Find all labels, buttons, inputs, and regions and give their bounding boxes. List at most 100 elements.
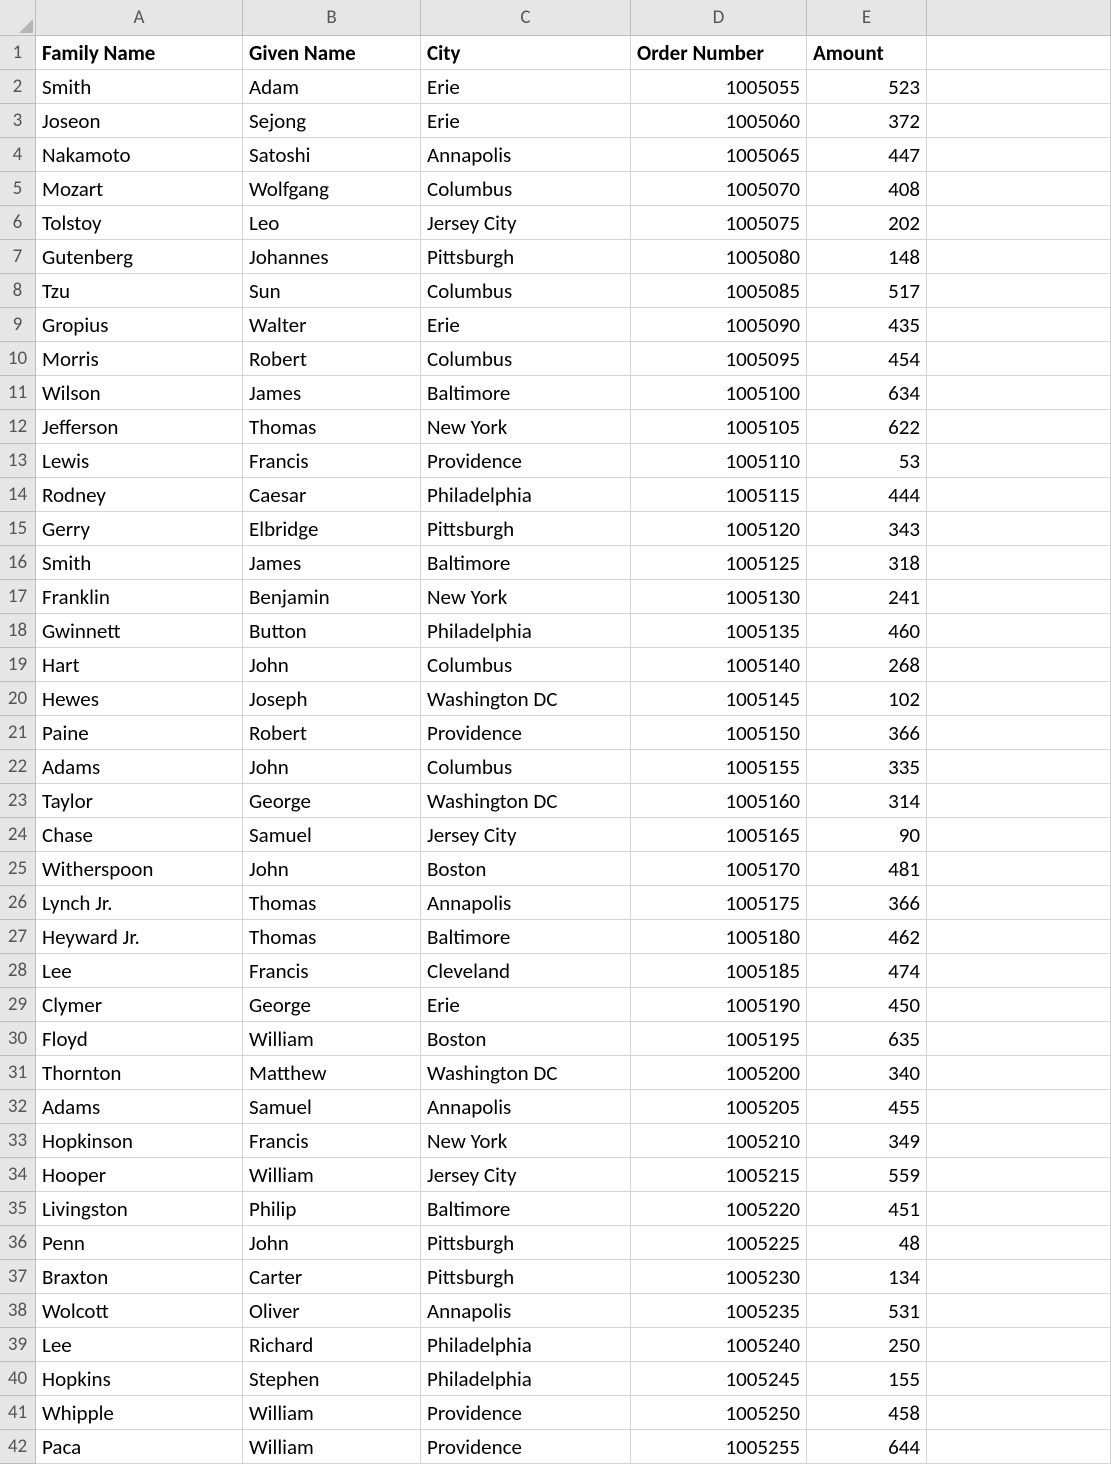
cell-A12[interactable]: Jefferson <box>36 410 243 444</box>
cell-C38[interactable]: Annapolis <box>421 1294 631 1328</box>
row-header-3[interactable]: 3 <box>0 104 36 138</box>
row-header-18[interactable]: 18 <box>0 614 36 648</box>
cell-E22[interactable]: 335 <box>807 750 927 784</box>
cell-B2[interactable]: Adam <box>243 70 421 104</box>
cell-C36[interactable]: Pittsburgh <box>421 1226 631 1260</box>
cell-C14[interactable]: Philadelphia <box>421 478 631 512</box>
cell-A26[interactable]: Lynch Jr. <box>36 886 243 920</box>
cell-A29[interactable]: Clymer <box>36 988 243 1022</box>
column-header-A[interactable]: A <box>36 0 243 36</box>
row-header-13[interactable]: 13 <box>0 444 36 478</box>
cell-B7[interactable]: Johannes <box>243 240 421 274</box>
cell-D5[interactable]: 1005070 <box>631 172 807 206</box>
cell-D29[interactable]: 1005190 <box>631 988 807 1022</box>
cell-E9[interactable]: 435 <box>807 308 927 342</box>
cell-E8[interactable]: 517 <box>807 274 927 308</box>
cell-C41[interactable]: Providence <box>421 1396 631 1430</box>
cell-F35[interactable] <box>927 1192 1111 1226</box>
cell-A24[interactable]: Chase <box>36 818 243 852</box>
row-header-39[interactable]: 39 <box>0 1328 36 1362</box>
row-header-28[interactable]: 28 <box>0 954 36 988</box>
row-header-6[interactable]: 6 <box>0 206 36 240</box>
cell-C34[interactable]: Jersey City <box>421 1158 631 1192</box>
cell-A38[interactable]: Wolcott <box>36 1294 243 1328</box>
cell-D35[interactable]: 1005220 <box>631 1192 807 1226</box>
cell-E7[interactable]: 148 <box>807 240 927 274</box>
cell-D10[interactable]: 1005095 <box>631 342 807 376</box>
cell-E26[interactable]: 366 <box>807 886 927 920</box>
row-header-35[interactable]: 35 <box>0 1192 36 1226</box>
cell-A13[interactable]: Lewis <box>36 444 243 478</box>
cell-F17[interactable] <box>927 580 1111 614</box>
cell-D33[interactable]: 1005210 <box>631 1124 807 1158</box>
column-header-C[interactable]: C <box>421 0 631 36</box>
row-header-36[interactable]: 36 <box>0 1226 36 1260</box>
cell-C5[interactable]: Columbus <box>421 172 631 206</box>
cell-E13[interactable]: 53 <box>807 444 927 478</box>
row-header-20[interactable]: 20 <box>0 682 36 716</box>
cell-C26[interactable]: Annapolis <box>421 886 631 920</box>
row-header-16[interactable]: 16 <box>0 546 36 580</box>
cell-A27[interactable]: Heyward Jr. <box>36 920 243 954</box>
cell-B23[interactable]: George <box>243 784 421 818</box>
cell-D11[interactable]: 1005100 <box>631 376 807 410</box>
cell-D8[interactable]: 1005085 <box>631 274 807 308</box>
cell-F24[interactable] <box>927 818 1111 852</box>
cell-A25[interactable]: Witherspoon <box>36 852 243 886</box>
cell-A30[interactable]: Floyd <box>36 1022 243 1056</box>
cell-D40[interactable]: 1005245 <box>631 1362 807 1396</box>
cell-B21[interactable]: Robert <box>243 716 421 750</box>
row-header-9[interactable]: 9 <box>0 308 36 342</box>
cell-D22[interactable]: 1005155 <box>631 750 807 784</box>
cell-B33[interactable]: Francis <box>243 1124 421 1158</box>
cell-A19[interactable]: Hart <box>36 648 243 682</box>
cell-B36[interactable]: John <box>243 1226 421 1260</box>
cell-D25[interactable]: 1005170 <box>631 852 807 886</box>
cell-B11[interactable]: James <box>243 376 421 410</box>
cell-A11[interactable]: Wilson <box>36 376 243 410</box>
cell-B39[interactable]: Richard <box>243 1328 421 1362</box>
cell-B8[interactable]: Sun <box>243 274 421 308</box>
cell-D17[interactable]: 1005130 <box>631 580 807 614</box>
cell-A7[interactable]: Gutenberg <box>36 240 243 274</box>
cell-B24[interactable]: Samuel <box>243 818 421 852</box>
row-header-23[interactable]: 23 <box>0 784 36 818</box>
cell-F7[interactable] <box>927 240 1111 274</box>
cell-A31[interactable]: Thornton <box>36 1056 243 1090</box>
cell-E31[interactable]: 340 <box>807 1056 927 1090</box>
column-header-E[interactable]: E <box>807 0 927 36</box>
cell-F25[interactable] <box>927 852 1111 886</box>
cell-D21[interactable]: 1005150 <box>631 716 807 750</box>
cell-E1[interactable]: Amount <box>807 36 927 70</box>
cell-C27[interactable]: Baltimore <box>421 920 631 954</box>
select-all-corner[interactable] <box>0 0 36 36</box>
cell-C40[interactable]: Philadelphia <box>421 1362 631 1396</box>
cell-E19[interactable]: 268 <box>807 648 927 682</box>
cell-D24[interactable]: 1005165 <box>631 818 807 852</box>
cell-B6[interactable]: Leo <box>243 206 421 240</box>
cell-F38[interactable] <box>927 1294 1111 1328</box>
cell-E20[interactable]: 102 <box>807 682 927 716</box>
cell-E23[interactable]: 314 <box>807 784 927 818</box>
cell-B42[interactable]: William <box>243 1430 421 1464</box>
cell-C30[interactable]: Boston <box>421 1022 631 1056</box>
row-header-27[interactable]: 27 <box>0 920 36 954</box>
cell-A3[interactable]: Joseon <box>36 104 243 138</box>
cell-F15[interactable] <box>927 512 1111 546</box>
cell-E12[interactable]: 622 <box>807 410 927 444</box>
cell-A4[interactable]: Nakamoto <box>36 138 243 172</box>
cell-C2[interactable]: Erie <box>421 70 631 104</box>
cell-D31[interactable]: 1005200 <box>631 1056 807 1090</box>
cell-D18[interactable]: 1005135 <box>631 614 807 648</box>
cell-E41[interactable]: 458 <box>807 1396 927 1430</box>
cell-E28[interactable]: 474 <box>807 954 927 988</box>
cell-D32[interactable]: 1005205 <box>631 1090 807 1124</box>
cell-E30[interactable]: 635 <box>807 1022 927 1056</box>
cell-C35[interactable]: Baltimore <box>421 1192 631 1226</box>
cell-F32[interactable] <box>927 1090 1111 1124</box>
column-header-B[interactable]: B <box>243 0 421 36</box>
cell-F22[interactable] <box>927 750 1111 784</box>
cell-A39[interactable]: Lee <box>36 1328 243 1362</box>
cell-B30[interactable]: William <box>243 1022 421 1056</box>
cell-F34[interactable] <box>927 1158 1111 1192</box>
